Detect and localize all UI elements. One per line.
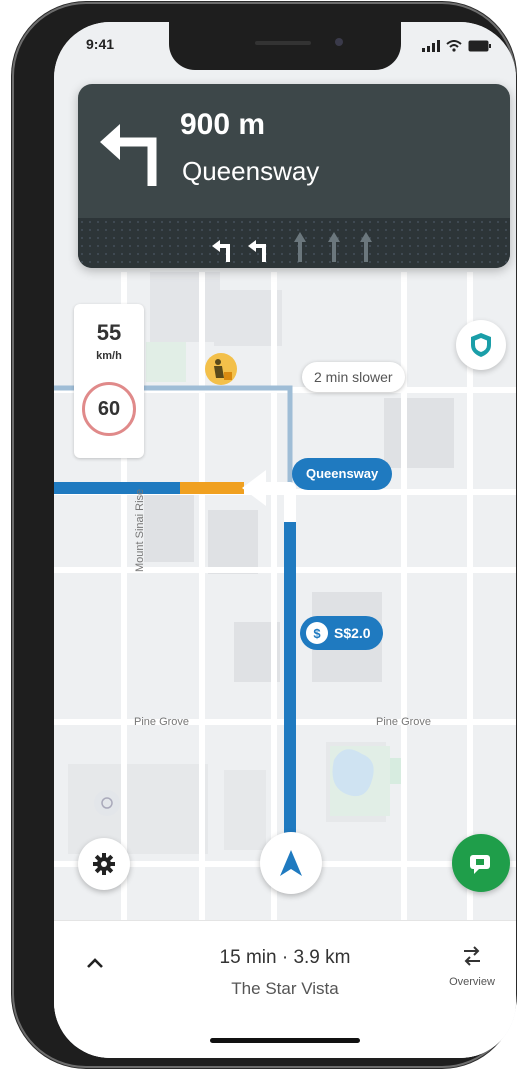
report-button[interactable]	[452, 834, 510, 892]
recenter-button[interactable]	[260, 832, 322, 894]
overview-label: Overview	[449, 976, 495, 988]
lane-guidance	[78, 218, 510, 268]
turn-distance: 900 m	[180, 108, 266, 141]
overview-button[interactable]: Overview	[442, 945, 502, 988]
traffic-delay-bubble[interactable]: 2 min slower	[302, 362, 405, 392]
toll-icon: $	[306, 622, 328, 644]
road-label: Mount Sinai Rise	[134, 488, 146, 572]
phone-frame: 9:41 900 m Queensway 55 km/h 60 2 min sl…	[14, 4, 516, 1066]
gear-icon	[93, 853, 115, 875]
status-icons	[422, 36, 492, 56]
toll-badge[interactable]: $ S$2.0	[300, 616, 383, 650]
lane-straight-icon	[328, 232, 340, 262]
safety-shield-button[interactable]	[456, 320, 506, 370]
screen: 9:41 900 m Queensway 55 km/h 60 2 min sl…	[54, 22, 516, 1058]
lane-left-icon	[212, 240, 230, 262]
route-overview-icon	[464, 946, 480, 966]
lane-straight-icon	[360, 232, 372, 262]
battery-icon	[468, 40, 491, 52]
speed-unit: km/h	[96, 350, 122, 362]
turn-left-icon	[100, 124, 157, 186]
route-street-label: Queensway	[292, 458, 393, 490]
speed-value: 55	[96, 320, 122, 345]
turn-street: Queensway	[182, 156, 320, 186]
settings-button[interactable]	[78, 838, 130, 890]
lane-left-icon	[248, 240, 266, 262]
home-indicator[interactable]	[210, 1038, 360, 1043]
camera	[335, 38, 343, 46]
wifi-icon	[446, 40, 462, 52]
compass-button[interactable]	[94, 790, 120, 816]
status-time: 9:41	[86, 36, 115, 52]
road-label: Pine Grove	[376, 716, 432, 728]
road-label: Pine Grove	[134, 716, 190, 728]
roadworks-icon[interactable]	[204, 352, 238, 386]
speed-limit-value: 60	[97, 398, 121, 420]
lane-straight-icon	[294, 232, 306, 262]
shield-icon	[471, 333, 491, 357]
report-icon	[470, 855, 490, 874]
speed-limit-sign: 60	[82, 382, 136, 436]
toll-amount: S$2.0	[334, 625, 371, 641]
signal-icon	[422, 40, 440, 52]
compass-icon	[101, 797, 113, 809]
notch	[169, 22, 401, 70]
speaker	[255, 41, 311, 45]
turn-instruction-banner[interactable]: 900 m Queensway	[78, 84, 510, 268]
navigation-arrow-icon	[280, 850, 302, 876]
